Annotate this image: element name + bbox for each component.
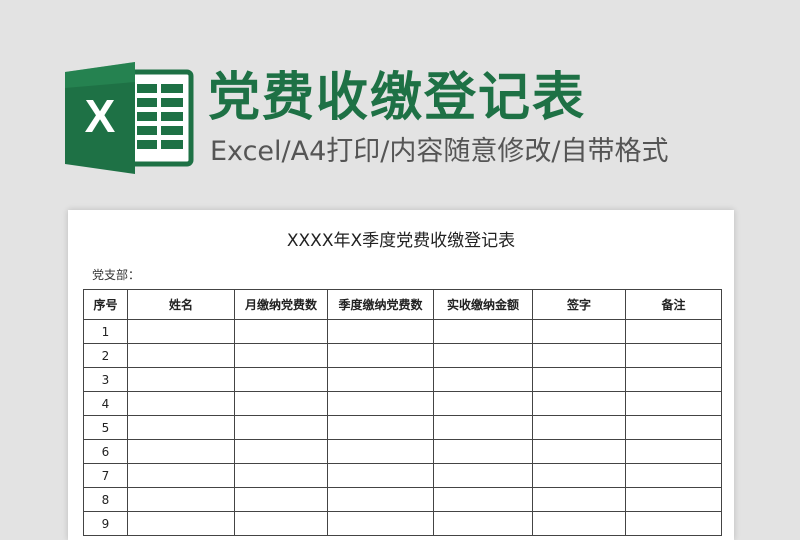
table-cell[interactable]	[234, 463, 328, 488]
table-row: 3	[83, 367, 722, 392]
table-cell[interactable]	[127, 439, 235, 464]
table-cell[interactable]	[532, 391, 626, 416]
table-cell[interactable]	[327, 511, 434, 536]
table-cell[interactable]	[234, 511, 328, 536]
table-row: 8	[83, 487, 722, 512]
sheet-title: XXXX年X季度党费收缴登记表	[286, 231, 516, 251]
table-cell[interactable]	[127, 415, 235, 440]
table-row: 9	[83, 511, 722, 536]
record-table: 序号 姓名 月缴纳党费数 季度缴纳党费数 实收缴纳金额 签字 备注 1 2 3	[83, 289, 722, 536]
page-subtitle: Excel/A4打印/内容随意修改/自带格式	[210, 136, 669, 167]
table-cell[interactable]	[625, 487, 722, 512]
table-row: 1	[83, 319, 722, 344]
table-cell[interactable]	[127, 391, 235, 416]
table-cell[interactable]	[127, 487, 235, 512]
table-cell[interactable]	[625, 511, 722, 536]
table-cell[interactable]	[327, 463, 434, 488]
table-cell[interactable]	[433, 367, 533, 392]
table-cell[interactable]	[625, 463, 722, 488]
table-cell[interactable]	[433, 487, 533, 512]
table-cell[interactable]	[234, 487, 328, 512]
excel-logo-letter: X	[85, 90, 116, 142]
table-cell[interactable]	[532, 511, 626, 536]
table-cell[interactable]	[327, 319, 434, 344]
branch-label: 党支部：	[92, 268, 141, 282]
table-cell[interactable]	[327, 367, 434, 392]
table-row: 6	[83, 439, 722, 464]
column-header: 月缴纳党费数	[234, 289, 328, 320]
table-cell[interactable]	[234, 319, 328, 344]
row-number: 9	[83, 511, 128, 536]
table-cell[interactable]	[532, 319, 626, 344]
table-cell[interactable]	[433, 439, 533, 464]
column-header: 签字	[532, 289, 626, 320]
table-cell[interactable]	[127, 343, 235, 368]
table-cell[interactable]	[433, 463, 533, 488]
table-cell[interactable]	[532, 487, 626, 512]
table-row: 2	[83, 343, 722, 368]
page-title: 党费收缴登记表	[208, 68, 587, 128]
column-header: 实收缴纳金额	[433, 289, 533, 320]
table-cell[interactable]	[327, 391, 434, 416]
table-cell[interactable]	[532, 343, 626, 368]
table-header-row: 序号 姓名 月缴纳党费数 季度缴纳党费数 实收缴纳金额 签字 备注	[83, 289, 722, 320]
table-cell[interactable]	[433, 343, 533, 368]
table-cell[interactable]	[532, 463, 626, 488]
table-row: 4	[83, 391, 722, 416]
table-cell[interactable]	[433, 511, 533, 536]
table-cell[interactable]	[234, 415, 328, 440]
table-cell[interactable]	[327, 415, 434, 440]
row-number: 3	[83, 367, 128, 392]
table-row: 7	[83, 463, 722, 488]
row-number: 5	[83, 415, 128, 440]
table-cell[interactable]	[433, 319, 533, 344]
table-cell[interactable]	[234, 391, 328, 416]
table-cell[interactable]	[433, 415, 533, 440]
table-cell[interactable]	[625, 439, 722, 464]
table-cell[interactable]	[127, 367, 235, 392]
table-cell[interactable]	[234, 343, 328, 368]
table-cell[interactable]	[532, 367, 626, 392]
row-number: 8	[83, 487, 128, 512]
row-number: 4	[83, 391, 128, 416]
table-cell[interactable]	[625, 367, 722, 392]
table-cell[interactable]	[625, 391, 722, 416]
row-number: 7	[83, 463, 128, 488]
table-cell[interactable]	[127, 319, 235, 344]
table-row: 5	[83, 415, 722, 440]
table-cell[interactable]	[327, 439, 434, 464]
excel-icon: X	[65, 62, 195, 174]
table-cell[interactable]	[234, 367, 328, 392]
row-number: 2	[83, 343, 128, 368]
table-cell[interactable]	[127, 511, 235, 536]
table-cell[interactable]	[327, 343, 434, 368]
table-cell[interactable]	[625, 343, 722, 368]
row-number: 1	[83, 319, 128, 344]
table-cell[interactable]	[532, 415, 626, 440]
column-header: 季度缴纳党费数	[327, 289, 434, 320]
table-cell[interactable]	[234, 439, 328, 464]
column-header: 序号	[83, 289, 128, 320]
column-header: 备注	[625, 289, 722, 320]
table-cell[interactable]	[433, 391, 533, 416]
table-cell[interactable]	[532, 439, 626, 464]
table-cell[interactable]	[625, 319, 722, 344]
column-header: 姓名	[127, 289, 235, 320]
table-cell[interactable]	[127, 463, 235, 488]
document-sheet: XXXX年X季度党费收缴登记表 党支部： 序号 姓名 月缴纳党费数 季度缴纳党费…	[68, 210, 734, 540]
table-cell[interactable]	[327, 487, 434, 512]
table-cell[interactable]	[625, 415, 722, 440]
row-number: 6	[83, 439, 128, 464]
